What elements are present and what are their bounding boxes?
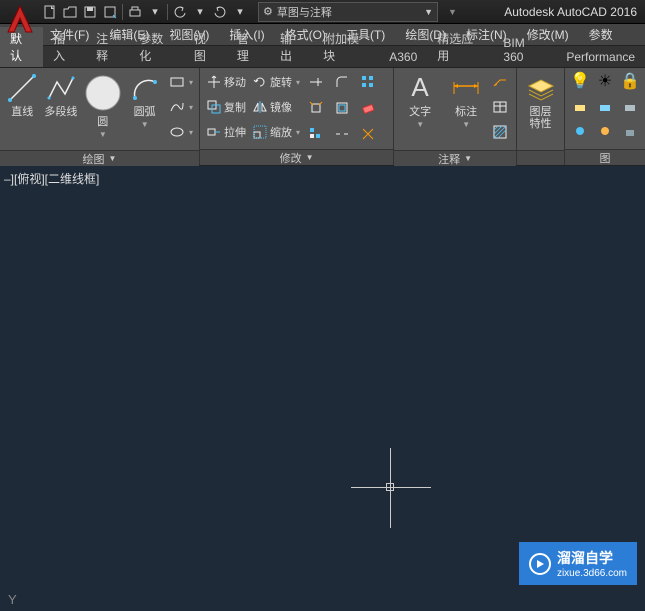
chevron-down-icon: ▼	[99, 130, 107, 139]
gear-icon: ⚙	[263, 5, 273, 18]
ribbon: 直线 多段线 圆 ▼ 圆弧 ▼ ▾ ▾ ▾ 绘图▼	[0, 68, 645, 166]
copy-button[interactable]: 复制	[204, 95, 248, 119]
layer-lock2-icon[interactable]	[619, 120, 641, 142]
redo-icon[interactable]	[210, 2, 230, 22]
qat-overflow-icon[interactable]: ▼	[448, 7, 457, 17]
move-button[interactable]: 移动	[204, 70, 248, 94]
ucs-y-label: Y	[8, 592, 17, 607]
tab-parametric[interactable]: 参数化	[129, 27, 184, 67]
title-bar: ▾ ▾ ▾ ⚙ 草图与注释 ▼ ▼ Autodesk AutoCAD 2016	[0, 0, 645, 24]
align-icon[interactable]	[304, 122, 328, 146]
polyline-button[interactable]: 多段线	[43, 70, 80, 148]
lock-icon[interactable]: 🔒	[619, 70, 641, 92]
panel-extra: 💡 ☀ 🔒 图	[565, 68, 645, 165]
scale-button[interactable]: 缩放▾	[250, 120, 302, 144]
app-title: Autodesk AutoCAD 2016	[504, 5, 637, 19]
watermark-url: zixue.3d66.com	[557, 568, 627, 579]
spline-button[interactable]: ▾	[167, 95, 195, 119]
erase-icon[interactable]	[356, 96, 380, 120]
layer-iso-icon[interactable]	[594, 95, 616, 117]
watermark: 溜溜自学 zixue.3d66.com	[519, 542, 637, 585]
rectangle-button[interactable]: ▾	[167, 70, 195, 94]
play-icon	[529, 553, 551, 575]
panel-modify-title[interactable]: 修改▼	[200, 149, 393, 165]
leader-icon[interactable]	[490, 70, 510, 94]
offset-icon[interactable]	[330, 96, 354, 120]
app-logo[interactable]	[2, 2, 38, 38]
circle-button[interactable]: 圆 ▼	[81, 70, 124, 148]
print-icon[interactable]	[125, 2, 145, 22]
explode-icon[interactable]	[304, 96, 328, 120]
array-icon[interactable]	[356, 70, 380, 94]
layer-thaw-icon[interactable]	[594, 120, 616, 142]
tab-bim360[interactable]: BIM 360	[493, 33, 556, 67]
tab-performance[interactable]: Performance	[556, 47, 645, 67]
stretch-button[interactable]: 拉伸	[204, 120, 248, 144]
panel-draw: 直线 多段线 圆 ▼ 圆弧 ▼ ▾ ▾ ▾ 绘图▼	[0, 68, 200, 165]
undo-icon[interactable]	[170, 2, 190, 22]
hatch-icon[interactable]	[490, 120, 510, 144]
tab-addons[interactable]: 附加模块	[313, 27, 379, 67]
panel-extra-title[interactable]: 图	[565, 149, 645, 165]
layer-off-icon[interactable]	[619, 95, 641, 117]
text-button[interactable]: A 文字 ▼	[398, 70, 442, 148]
save-icon[interactable]	[80, 2, 100, 22]
chevron-down-icon: ▼	[416, 120, 424, 129]
bulb-on-icon[interactable]: 💡	[569, 70, 591, 92]
crosshair-pickbox	[386, 483, 394, 491]
modify-tools-grid	[304, 70, 380, 146]
layer-properties-button[interactable]: 图层 特性	[521, 70, 560, 148]
chevron-down-icon: ▼	[462, 120, 470, 129]
panel-layers: 图层 特性	[517, 68, 565, 165]
menu-param[interactable]: 参数	[579, 24, 623, 45]
tab-a360[interactable]: A360	[379, 47, 427, 67]
chevron-down-icon: ▼	[424, 7, 433, 17]
saveas-icon[interactable]	[100, 2, 120, 22]
quick-access-toolbar: ▾ ▾ ▾	[40, 2, 250, 22]
layer-freeze-icon[interactable]	[569, 120, 591, 142]
layer-tools-grid: 💡 ☀ 🔒	[569, 70, 641, 142]
tab-annotate[interactable]: 注释	[86, 27, 129, 67]
drawing-canvas[interactable]: –][俯视][二维线框] Y 溜溜自学 zixue.3d66.com	[0, 166, 645, 611]
chevron-down-icon: ▼	[141, 120, 149, 129]
table-icon[interactable]	[490, 95, 510, 119]
mirror-button[interactable]: 镜像	[250, 95, 302, 119]
layer-match-icon[interactable]	[569, 95, 591, 117]
line-button[interactable]: 直线	[4, 70, 41, 148]
svg-text:A: A	[411, 72, 429, 102]
print-dd-icon[interactable]: ▾	[145, 2, 165, 22]
arc-button[interactable]: 圆弧 ▼	[126, 70, 163, 148]
fillet-icon[interactable]	[330, 70, 354, 94]
panel-layers-title[interactable]	[517, 150, 564, 165]
ellipse-button[interactable]: ▾	[167, 120, 195, 144]
panel-annotate: A 文字 ▼ 标注 ▼ 注释▼	[394, 68, 517, 165]
new-icon[interactable]	[40, 2, 60, 22]
undo-dd-icon[interactable]: ▾	[190, 2, 210, 22]
workspace-label: 草图与注释	[277, 4, 332, 20]
ribbon-tabs: 默认 插入 注释 参数化 视图 管理 输出 附加模块 A360 精选应用 BIM…	[0, 46, 645, 68]
trim-icon[interactable]	[304, 70, 328, 94]
sun-icon[interactable]: ☀	[594, 70, 616, 92]
panel-modify: 移动 复制 拉伸 旋转▾ 镜像 缩放▾ 修改▼	[200, 68, 394, 165]
panel-annotate-title[interactable]: 注释▼	[394, 150, 516, 166]
panel-draw-title[interactable]: 绘图▼	[0, 150, 199, 166]
break-icon[interactable]	[330, 122, 354, 146]
watermark-brand: 溜溜自学	[557, 548, 627, 568]
dimension-button[interactable]: 标注 ▼	[444, 70, 488, 148]
workspace-selector[interactable]: ⚙ 草图与注释 ▼	[258, 2, 438, 22]
join-icon[interactable]	[356, 122, 380, 146]
tab-insert[interactable]: 插入	[43, 27, 86, 67]
rotate-button[interactable]: 旋转▾	[250, 70, 302, 94]
tab-featured[interactable]: 精选应用	[427, 27, 493, 67]
tab-output[interactable]: 输出	[270, 27, 313, 67]
open-icon[interactable]	[60, 2, 80, 22]
redo-dd-icon[interactable]: ▾	[230, 2, 250, 22]
view-label[interactable]: –][俯视][二维线框]	[4, 170, 99, 187]
tab-view[interactable]: 视图	[184, 27, 227, 67]
tab-manage[interactable]: 管理	[227, 27, 270, 67]
